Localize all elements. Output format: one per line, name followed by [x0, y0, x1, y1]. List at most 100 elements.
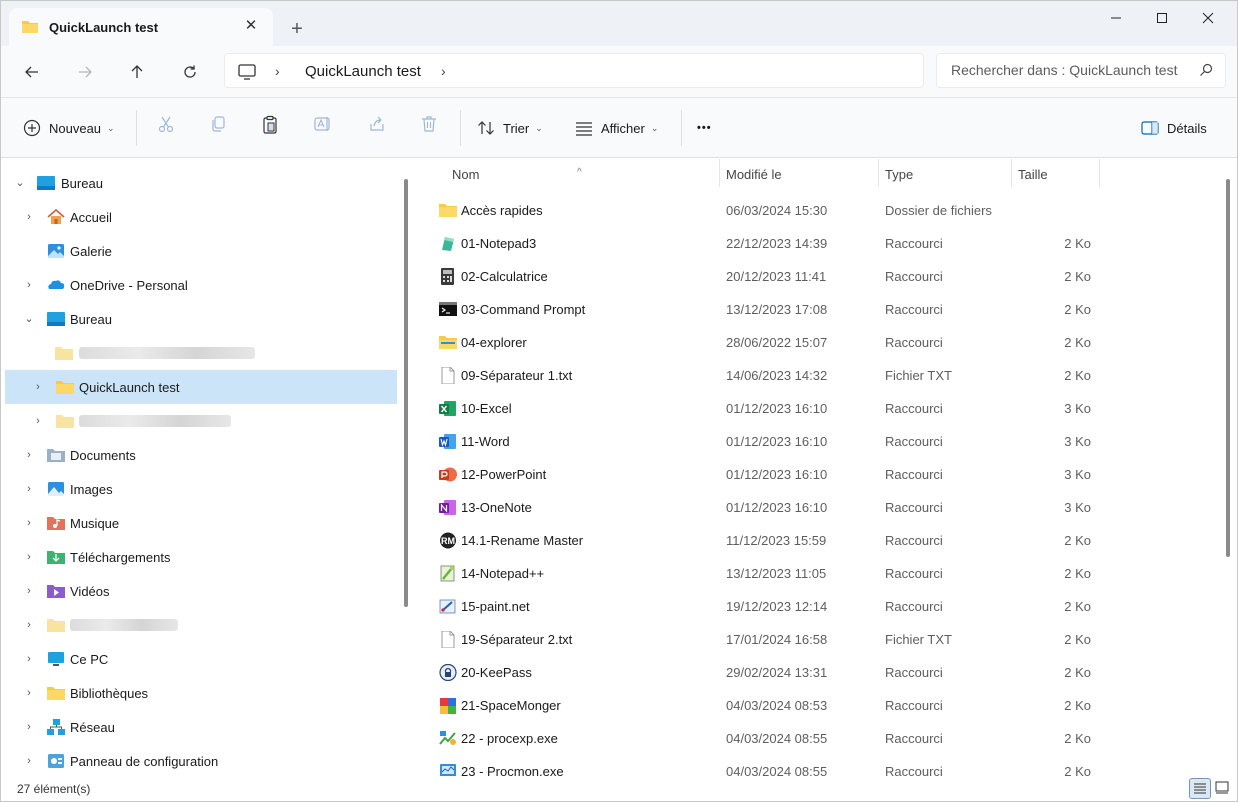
file-row[interactable]: 19-Séparateur 2.txt 17/01/2024 16:58 Fichi… — [431, 623, 1111, 656]
minimize-button[interactable] — [1093, 1, 1139, 35]
sidebar-item-bureau[interactable]: ⌄ Bureau — [5, 302, 397, 336]
sidebar-item-accueil[interactable]: › Accueil — [5, 200, 397, 234]
file-row[interactable]: 22 - procexp.exe 04/03/2024 08:55 Raccourc… — [431, 722, 1111, 755]
chevron-right-icon[interactable]: › — [22, 720, 36, 734]
file-row[interactable]: 12-PowerPoint 01/12/2023 16:10 Raccourci 3 … — [431, 458, 1111, 491]
file-modified: 11/12/2023 15:59 — [726, 533, 827, 548]
column-divider[interactable] — [1099, 159, 1100, 187]
up-button[interactable] — [122, 58, 152, 86]
tab-quicklaunch-test[interactable]: QuickLaunch test ✕ — [9, 8, 273, 46]
sidebar-item-quicklaunch-test[interactable]: › QuickLaunch test — [5, 370, 397, 404]
file-row[interactable]: 03-Command Prompt 13/12/2023 17:08 Raccour… — [431, 293, 1111, 326]
sidebar-item-onedrive[interactable]: › OneDrive - Personal — [5, 268, 397, 302]
file-row[interactable]: 15-paint.net 19/12/2023 12:14 Raccourci 2 K… — [431, 590, 1111, 623]
file-row[interactable]: 10-Excel 01/12/2023 16:10 Raccourci 3 Ko — [431, 392, 1111, 425]
sidebar-item-label: Bureau — [70, 312, 112, 327]
file-row[interactable]: 01-Notepad3 22/12/2023 14:39 Raccourci 2 Ko — [431, 227, 1111, 260]
column-header-modified[interactable]: Modifié le — [726, 167, 782, 182]
details-pane-label: Détails — [1167, 120, 1207, 136]
column-header-size[interactable]: Taille — [1018, 167, 1048, 182]
sidebar-item-telechargements[interactable]: › Téléchargements — [5, 540, 397, 574]
share-button[interactable] — [363, 115, 391, 141]
sidebar-item-musique[interactable]: › Musique — [5, 506, 397, 540]
search-input[interactable] — [951, 62, 1181, 78]
chevron-right-icon[interactable]: › — [22, 278, 36, 292]
file-row[interactable]: 14-Notepad++ 13/12/2023 11:05 Raccourci 2 K… — [431, 557, 1111, 590]
file-list-scrollbar[interactable] — [1226, 179, 1230, 557]
file-modified: 28/06/2022 15:07 — [726, 335, 828, 350]
chevron-right-icon[interactable]: › — [22, 754, 36, 768]
new-button[interactable]: Nouveau ⌄ — [23, 115, 115, 141]
column-header-name[interactable]: Nom — [452, 167, 479, 182]
details-view-button[interactable] — [1189, 778, 1211, 799]
sidebar-item-redacted[interactable]: › — [5, 608, 397, 642]
file-name: 14.1-Rename Master — [461, 533, 584, 548]
sidebar-item-galerie[interactable]: Galerie — [5, 234, 397, 268]
sidebar-item-ce-pc[interactable]: › Ce PC — [5, 642, 397, 676]
sidebar-item-bureau-root[interactable]: ⌄ Bureau — [5, 166, 397, 200]
file-row[interactable]: 04-explorer 28/06/2022 15:07 Raccourci 2 Ko — [431, 326, 1111, 359]
new-tab-button[interactable]: + — [285, 17, 309, 41]
close-window-button[interactable] — [1185, 1, 1231, 35]
copy-button[interactable] — [204, 115, 232, 141]
sidebar-item-label: Ce PC — [70, 652, 109, 667]
file-row[interactable]: 02-Calculatrice 20/12/2023 11:41 Raccourci… — [431, 260, 1111, 293]
file-row[interactable]: 21-SpaceMonger 04/03/2024 08:53 Raccourci 2… — [431, 689, 1111, 722]
chevron-right-icon[interactable]: › — [441, 63, 446, 79]
file-row[interactable]: 09-Séparateur 1.txt 14/06/2023 14:32 Fichi… — [431, 359, 1111, 392]
chevron-right-icon[interactable]: › — [22, 210, 36, 224]
file-row[interactable]: 13-OneNote 01/12/2023 16:10 Raccourci 3 Ko — [431, 491, 1111, 524]
details-pane-button[interactable]: Détails — [1141, 115, 1207, 141]
view-button[interactable]: Afficher ⌄ — [575, 115, 658, 141]
details-pane-icon — [1141, 121, 1159, 135]
see-more-button[interactable]: ••• — [697, 115, 712, 141]
chevron-right-icon[interactable]: › — [275, 63, 280, 79]
file-row[interactable]: 20-KeePass 29/02/2024 13:31 Raccourci 2 Ko — [431, 656, 1111, 689]
address-bar[interactable]: › QuickLaunch test › — [224, 53, 924, 88]
chevron-right-icon[interactable]: › — [22, 618, 36, 632]
chevron-right-icon[interactable]: › — [22, 652, 36, 666]
rename-button[interactable] — [309, 115, 337, 141]
back-button[interactable] — [17, 58, 47, 86]
chevron-right-icon[interactable]: › — [22, 686, 36, 700]
sort-button[interactable]: Trier ⌄ — [477, 115, 543, 141]
maximize-button[interactable] — [1139, 1, 1185, 35]
sidebar-item-panneau-de-configuration[interactable]: › Panneau de configuration — [5, 744, 397, 776]
chevron-right-icon[interactable]: › — [22, 516, 36, 530]
cut-button[interactable] — [152, 115, 180, 141]
column-divider[interactable] — [719, 159, 720, 187]
sidebar-item-redacted[interactable]: › — [5, 404, 397, 438]
column-divider[interactable] — [878, 159, 879, 187]
file-row[interactable]: RM 14.1-Rename Master 11/12/2023 15:59 Racc… — [431, 524, 1111, 557]
search-icon[interactable] — [1199, 63, 1213, 80]
chevron-right-icon[interactable]: › — [22, 448, 36, 462]
sidebar-item-documents[interactable]: › Documents — [5, 438, 397, 472]
breadcrumb-quicklaunch-test[interactable]: QuickLaunch test — [305, 63, 421, 80]
refresh-button[interactable] — [175, 58, 205, 86]
chevron-right-icon[interactable]: › — [22, 550, 36, 564]
column-header-type[interactable]: Type — [885, 167, 913, 182]
sidebar-item-videos[interactable]: › Vidéos — [5, 574, 397, 608]
paste-button[interactable] — [256, 115, 284, 141]
desktop-icon — [47, 311, 65, 327]
close-tab-icon[interactable]: ✕ — [241, 16, 261, 36]
chevron-right-icon[interactable]: › — [22, 482, 36, 496]
sidebar-item-bibliotheques[interactable]: › Bibliothèques — [5, 676, 397, 710]
file-row[interactable]: 11-Word 01/12/2023 16:10 Raccourci 3 Ko — [431, 425, 1111, 458]
sidebar-item-images[interactable]: › Images — [5, 472, 397, 506]
large-icons-view-button[interactable] — [1212, 778, 1234, 799]
sidebar-item-redacted[interactable] — [5, 336, 397, 370]
sidebar-scrollbar[interactable] — [404, 179, 408, 607]
delete-button[interactable] — [415, 115, 443, 141]
search-box[interactable] — [936, 53, 1226, 88]
file-row[interactable]: 23 - Procmon.exe 04/03/2024 08:55 Raccourc… — [431, 755, 1111, 776]
chevron-down-icon[interactable]: ⌄ — [22, 312, 36, 326]
chevron-right-icon[interactable]: › — [22, 584, 36, 598]
chevron-right-icon[interactable]: › — [31, 414, 45, 428]
column-divider[interactable] — [1011, 159, 1012, 187]
file-row[interactable]: Accès rapides 06/03/2024 15:30 Dossier de … — [431, 194, 1111, 227]
chevron-down-icon[interactable]: ⌄ — [13, 176, 27, 190]
chevron-right-icon[interactable]: › — [31, 380, 45, 394]
sidebar-item-reseau[interactable]: › Réseau — [5, 710, 397, 744]
forward-button[interactable] — [70, 58, 100, 86]
